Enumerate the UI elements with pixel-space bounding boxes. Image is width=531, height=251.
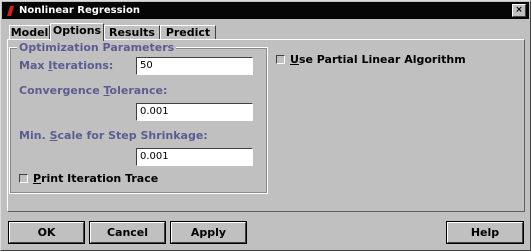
max-iterations-input[interactable]: 50 [136, 57, 253, 75]
print-trace-label: Print Iteration Trace [33, 172, 159, 185]
title-bar[interactable]: Nonlinear Regression × [2, 2, 529, 19]
print-trace-checkbox-row[interactable]: Print Iteration Trace [19, 172, 158, 185]
dialog-window: Nonlinear Regression × Model Options Res… [0, 0, 531, 251]
app-icon [6, 5, 15, 17]
min-scale-label: Min. Scale for Step Shrinkage: [19, 129, 208, 142]
max-iterations-label: Max Iterations: [19, 59, 114, 72]
partial-linear-checkbox[interactable] [276, 55, 285, 64]
convergence-tolerance-label: Convergence Tolerance: [19, 84, 168, 97]
close-button[interactable]: × [512, 4, 526, 17]
cancel-button[interactable]: Cancel [89, 221, 166, 244]
optimization-group-title: Optimization Parameters [17, 41, 177, 54]
print-trace-checkbox[interactable] [19, 174, 28, 183]
partial-linear-checkbox-row[interactable]: Use Partial Linear Algorithm [276, 53, 466, 66]
apply-button[interactable]: Apply [170, 221, 247, 244]
min-scale-input[interactable]: 0.001 [136, 148, 253, 166]
help-button[interactable]: Help [446, 221, 524, 244]
ok-button[interactable]: OK [8, 221, 85, 244]
partial-linear-label: Use Partial Linear Algorithm [290, 53, 466, 66]
tab-options[interactable]: Options [50, 23, 104, 41]
tab-results[interactable]: Results [104, 25, 160, 39]
tab-predict[interactable]: Predict [160, 25, 216, 39]
convergence-tolerance-input[interactable]: 0.001 [136, 103, 253, 121]
window-title: Nonlinear Regression [19, 5, 140, 16]
tab-model[interactable]: Model [9, 25, 50, 39]
